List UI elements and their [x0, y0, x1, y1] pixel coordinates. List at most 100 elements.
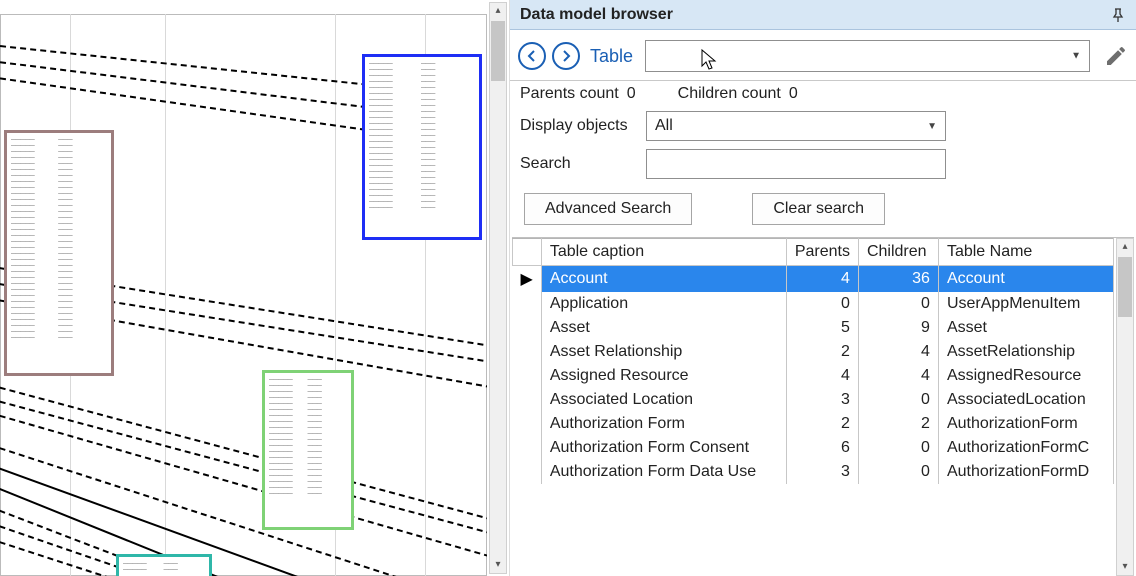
diagram-link: [0, 76, 406, 136]
children-count-value: 0: [789, 85, 798, 103]
row-marker: [513, 364, 542, 388]
diagram-scrollbar[interactable]: ▴ ▾: [489, 2, 507, 574]
cell-children: 0: [858, 436, 938, 460]
counts-row: Parents count 0 Children count 0: [510, 81, 1136, 107]
cell-name: AuthorizationFormC: [938, 436, 1113, 460]
cell-parents: 5: [786, 316, 858, 340]
cell-parents: 4: [786, 266, 858, 293]
diagram-link: [0, 412, 487, 557]
table-row[interactable]: Application00UserAppMenuItem: [513, 292, 1114, 316]
row-marker-header: [513, 239, 542, 266]
cell-parents: 4: [786, 364, 858, 388]
diagram-pane[interactable]: ————————————————————————————————————————…: [0, 0, 510, 576]
table-row[interactable]: Authorization Form22AuthorizationForm: [513, 412, 1114, 436]
grid-scrollbar[interactable]: ▴ ▾: [1116, 238, 1134, 576]
cell-name: AssetRelationship: [938, 340, 1113, 364]
table-row[interactable]: Authorization Form Data Use30Authorizati…: [513, 460, 1114, 484]
col-parents[interactable]: Parents: [786, 239, 858, 266]
pencil-icon[interactable]: [1104, 44, 1128, 68]
back-button[interactable]: [518, 42, 546, 70]
entity-box[interactable]: —————————— ——————: [116, 554, 212, 576]
parents-count-value: 0: [627, 85, 636, 103]
chevron-down-icon: ▼: [927, 121, 937, 132]
advanced-search-button[interactable]: Advanced Search: [524, 193, 692, 225]
entity-box[interactable]: ————————————————————————————————————————…: [362, 54, 482, 240]
cell-caption: Authorization Form Data Use: [541, 460, 786, 484]
row-marker: [513, 316, 542, 340]
clear-search-button[interactable]: Clear search: [752, 193, 885, 225]
diagram-link: [0, 522, 487, 576]
cell-children: 4: [858, 364, 938, 388]
diagram-canvas[interactable]: ————————————————————————————————————————…: [0, 14, 487, 576]
row-marker: [513, 340, 542, 364]
table-combo[interactable]: ▼: [645, 40, 1090, 72]
cell-caption: Asset Relationship: [541, 340, 786, 364]
tables-grid-wrap: Table caption Parents Children Table Nam…: [512, 237, 1134, 576]
scroll-up-icon[interactable]: ▴: [490, 3, 506, 19]
scroll-up-icon[interactable]: ▴: [1117, 239, 1133, 255]
entity-box[interactable]: ————————————————————————————————————————…: [4, 130, 114, 376]
scroll-thumb[interactable]: [491, 21, 505, 81]
cell-caption: Authorization Form Consent: [541, 436, 786, 460]
row-marker: ▶: [513, 266, 542, 293]
scroll-down-icon[interactable]: ▾: [490, 557, 506, 573]
search-buttons-row: Advanced Search Clear search: [510, 183, 1136, 237]
display-objects-row: Display objects All ▼: [510, 107, 1136, 145]
diagram-link: [0, 384, 487, 521]
display-objects-label: Display objects: [520, 117, 638, 135]
cell-parents: 3: [786, 460, 858, 484]
search-input[interactable]: [646, 149, 946, 179]
tables-grid[interactable]: Table caption Parents Children Table Nam…: [512, 238, 1114, 576]
table-row[interactable]: Asset59Asset: [513, 316, 1114, 340]
cell-children: 0: [858, 388, 938, 412]
cell-children: 2: [858, 412, 938, 436]
row-marker: [513, 460, 542, 484]
pin-icon[interactable]: [1110, 7, 1126, 23]
cell-name: UserAppMenuItem: [938, 292, 1113, 316]
cell-parents: 2: [786, 412, 858, 436]
table-row[interactable]: Assigned Resource44AssignedResource: [513, 364, 1114, 388]
cell-children: 4: [858, 340, 938, 364]
cell-parents: 3: [786, 388, 858, 412]
forward-button[interactable]: [552, 42, 580, 70]
cell-caption: Authorization Form: [541, 412, 786, 436]
display-objects-value: All: [655, 117, 673, 135]
search-row: Search: [510, 145, 1136, 183]
display-objects-combo[interactable]: All ▼: [646, 111, 946, 141]
cell-children: 0: [858, 460, 938, 484]
cell-name: AuthorizationForm: [938, 412, 1113, 436]
table-label: Table: [590, 46, 633, 67]
cell-name: Account: [938, 266, 1113, 293]
panel-header: Data model browser: [510, 0, 1136, 30]
table-row[interactable]: Asset Relationship24AssetRelationship: [513, 340, 1114, 364]
cell-caption: Application: [541, 292, 786, 316]
cell-caption: Account: [541, 266, 786, 293]
chevron-down-icon: ▼: [1071, 51, 1081, 62]
cell-children: 36: [858, 266, 938, 293]
table-row[interactable]: Authorization Form Consent60Authorizatio…: [513, 436, 1114, 460]
panel-title: Data model browser: [520, 6, 673, 24]
table-row[interactable]: ▶Account436Account: [513, 266, 1114, 293]
cell-caption: Associated Location: [541, 388, 786, 412]
diagram-link: [0, 398, 487, 535]
toolbar: Table ▼: [510, 30, 1136, 81]
row-marker: [513, 388, 542, 412]
cell-name: AssignedResource: [938, 364, 1113, 388]
cell-caption: Asset: [541, 316, 786, 340]
cell-parents: 0: [786, 292, 858, 316]
arrow-left-icon: [526, 50, 538, 62]
scroll-down-icon[interactable]: ▾: [1117, 559, 1133, 575]
table-row[interactable]: Associated Location30AssociatedLocation: [513, 388, 1114, 412]
cell-children: 0: [858, 292, 938, 316]
cell-caption: Assigned Resource: [541, 364, 786, 388]
col-table-name[interactable]: Table Name: [938, 239, 1113, 266]
grid-header-row: Table caption Parents Children Table Nam…: [513, 239, 1114, 266]
parents-count-label: Parents count: [520, 85, 619, 103]
row-marker: [513, 436, 542, 460]
scroll-thumb[interactable]: [1118, 257, 1132, 317]
entity-box[interactable]: ————————————————————————————————————————…: [262, 370, 354, 530]
col-table-caption[interactable]: Table caption: [541, 239, 786, 266]
col-children[interactable]: Children: [858, 239, 938, 266]
arrow-right-icon: [560, 50, 572, 62]
children-count-label: Children count: [678, 85, 781, 103]
